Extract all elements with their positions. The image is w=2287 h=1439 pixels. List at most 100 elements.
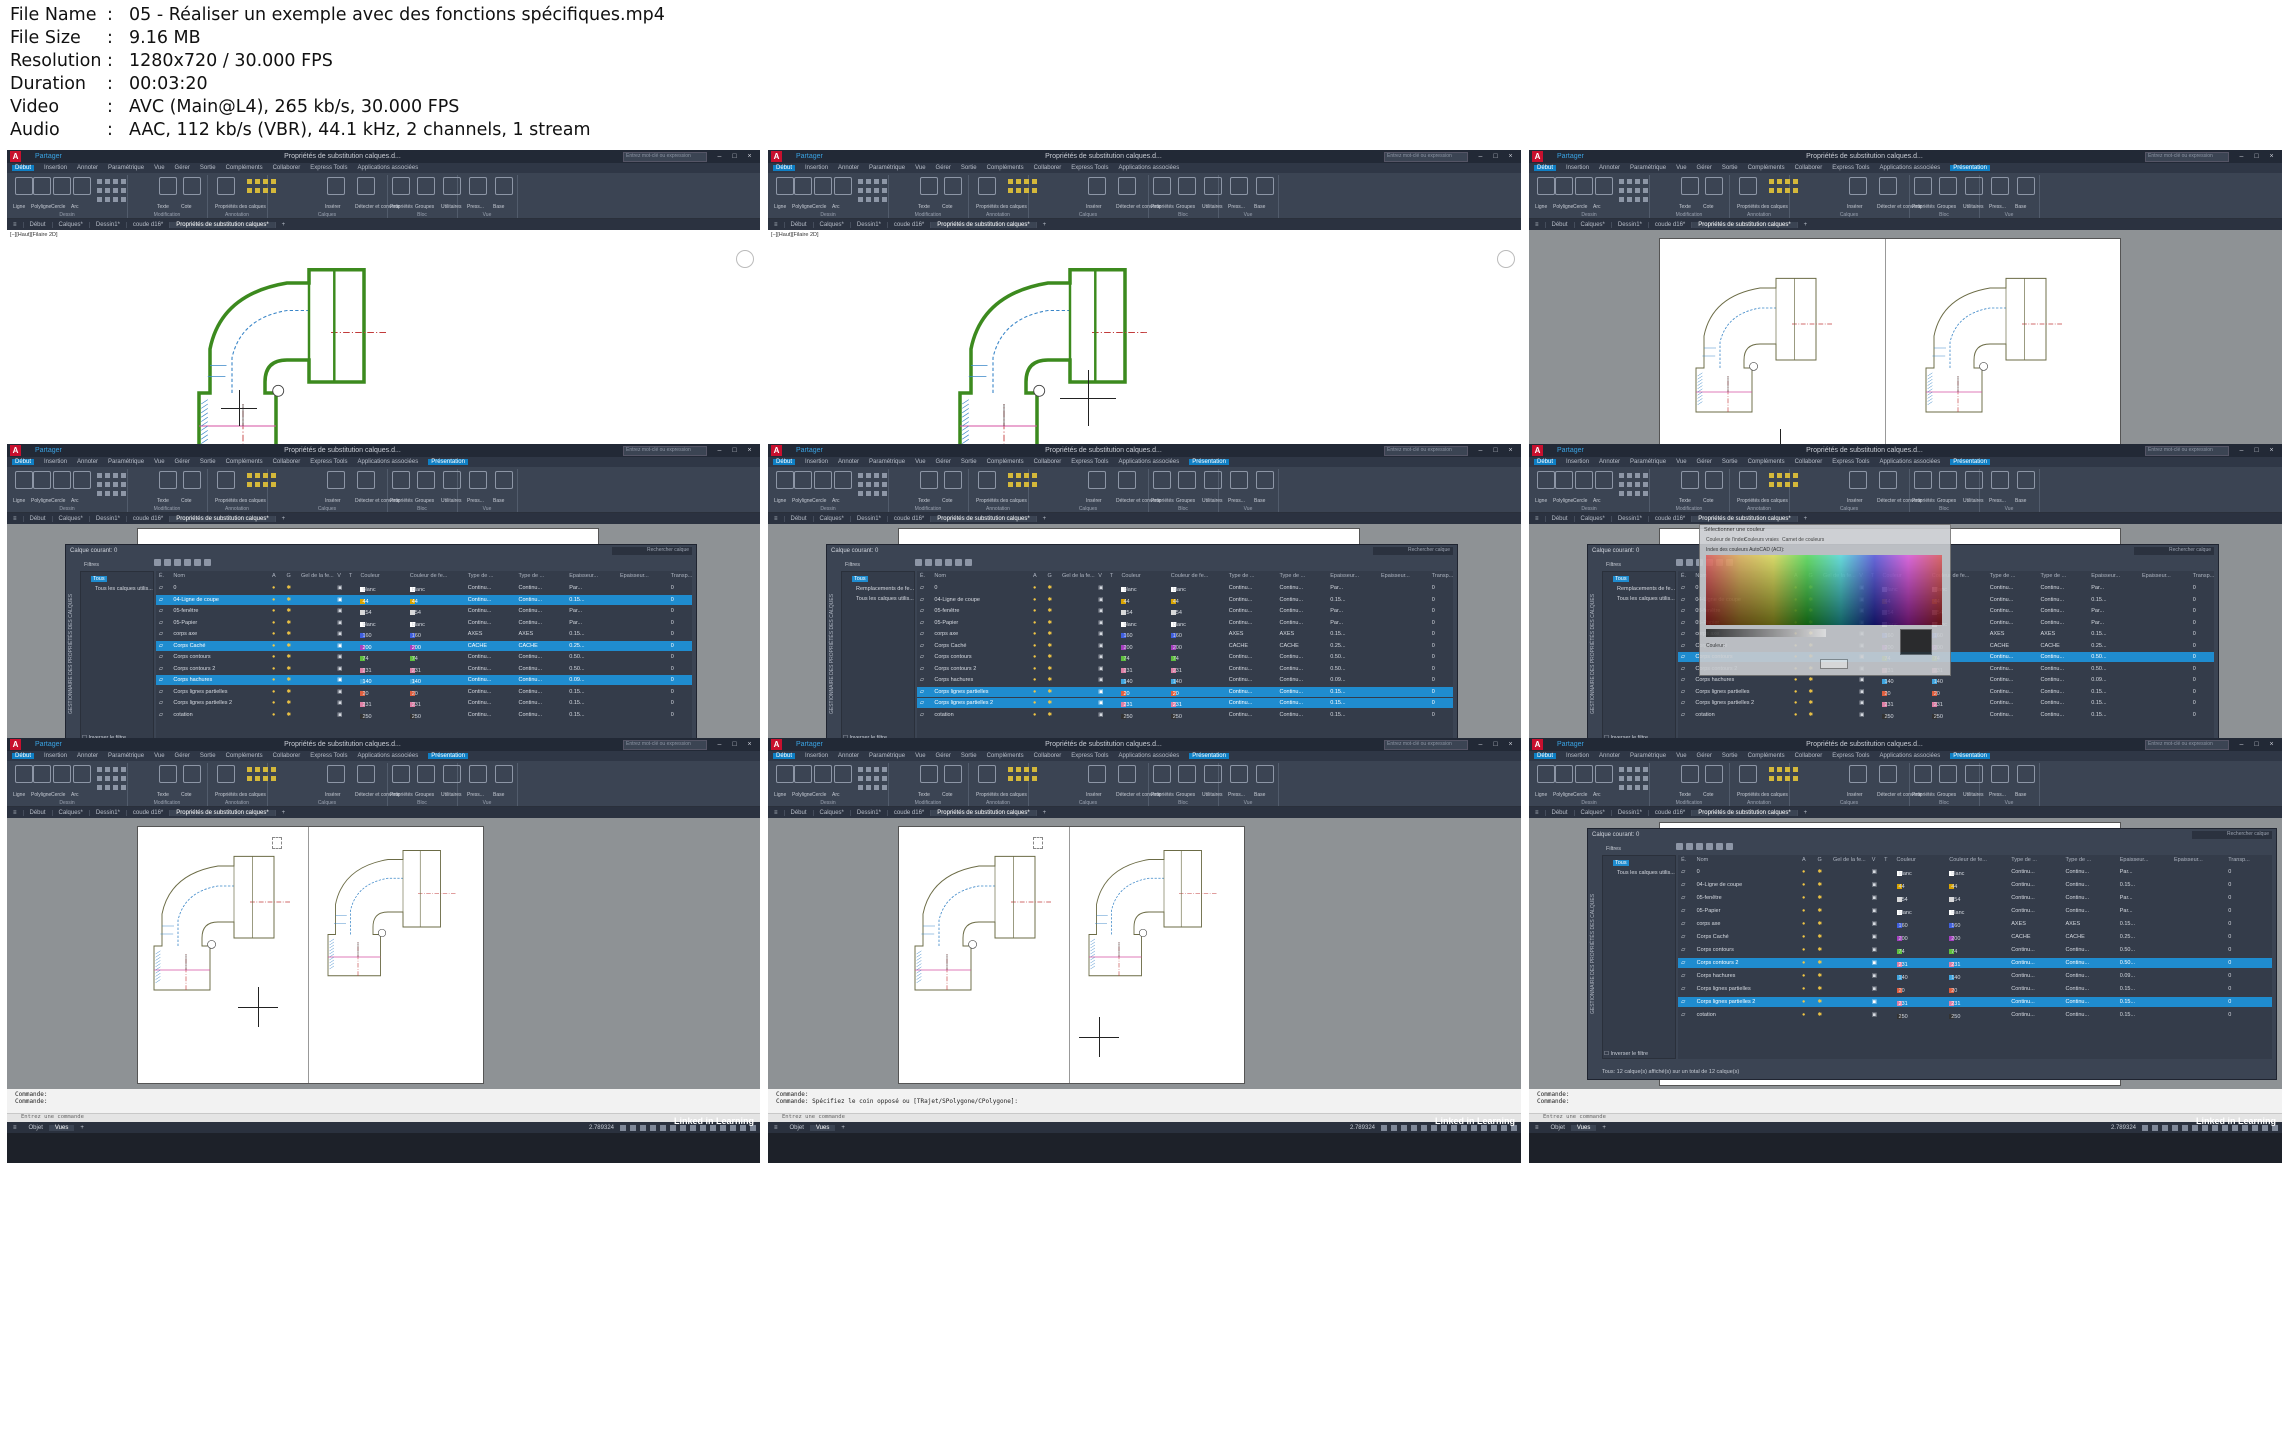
layer-tool-icon[interactable] [174,559,181,566]
ribbon-small-icon[interactable] [866,491,871,496]
ribbon-small-icon[interactable] [882,188,887,193]
ribbon-tool-label[interactable]: Cercle [1573,498,1587,504]
transparency[interactable]: 0 [1432,608,1435,614]
invert-filter-checkbox[interactable]: ☐ Inverser le filtre [1604,1051,1648,1057]
ribbon-tool-label[interactable]: Propriétés des calques [215,204,266,210]
ribbon-tool-icon[interactable] [417,765,435,783]
filter-used-layers[interactable]: Tous les calques utilis... [1617,596,1675,602]
autocad-logo-icon[interactable]: A [1532,151,1543,162]
layer-tool-icon[interactable] [1793,473,1798,478]
ribbon-tool-label[interactable]: Utilitaires [441,204,462,210]
freeze-icon[interactable]: ✱ [1048,643,1053,649]
ribbon-tool-label[interactable]: Press... [467,792,484,798]
ribbon-tool-label[interactable]: Propriétés des calques [976,204,1027,210]
layer-tool-icon[interactable] [271,482,276,487]
document-tab[interactable]: coude d16* [1649,809,1693,816]
layer-tool-icon[interactable] [1024,482,1029,487]
ribbon-small-icon[interactable] [1643,473,1648,478]
ribbon-small-icon[interactable] [1619,776,1624,781]
layer-tool-icon[interactable] [194,559,201,566]
layer-name[interactable]: 05-Papier [934,620,958,626]
command-input[interactable]: Entrez une commande [768,1113,1521,1122]
ribbon-tool-icon[interactable] [73,177,91,195]
ribbon-tool-icon[interactable] [33,765,51,783]
ribbon-small-icon[interactable] [1635,785,1640,790]
document-tab[interactable]: Propriétés de substitution calques* [170,221,276,228]
filter-root[interactable]: Tous [1613,576,1629,582]
layout-tab[interactable]: Objet [1545,1125,1571,1131]
close-icon[interactable]: × [2267,741,2276,748]
column-header[interactable]: G [1818,857,1822,863]
layer-row[interactable]: ▱ cotation ● ✱ ▣ 250 250 Continu... Continu... 0.… [1678,710,2214,720]
ribbon-tool-icon[interactable] [1849,471,1867,489]
transparency[interactable]: 0 [1432,597,1435,603]
layer-name[interactable]: 04-Ligne de coupe [173,597,219,603]
ribbon-tool-icon[interactable] [1575,765,1593,783]
lineweight[interactable]: 0.50... [2091,666,2106,672]
filter-used-layers[interactable]: Tous les calques utilis... [1617,870,1675,876]
layer-name[interactable]: Corps hachures [1695,677,1734,683]
transparency[interactable]: 0 [2193,585,2196,591]
lightbulb-icon[interactable]: ● [1033,597,1036,603]
lineweight[interactable]: 0.15... [569,689,584,695]
lock-icon[interactable]: ▣ [1859,677,1864,683]
ribbon-tool-icon[interactable] [1555,765,1573,783]
lineweight[interactable]: Par... [2091,620,2104,626]
ribbon-small-icon[interactable] [1619,482,1624,487]
ribbon-small-icon[interactable] [858,491,863,496]
layer-row[interactable]: ▱05-Papier●✱▣blancblancContinu...Continu… [156,618,692,628]
layer-row[interactable]: ▱04-Ligne de coupe●✱▣4444Continu...Conti… [156,594,692,605]
layer-color-name[interactable]: 254 [1123,610,1132,616]
close-icon[interactable]: × [2267,447,2276,454]
ribbon-tool-label[interactable]: Propriétés [390,792,413,798]
menu-icon[interactable]: ≡ [768,809,785,816]
layer-tool-icon[interactable] [255,473,260,478]
layer-tool-icon[interactable] [263,473,268,478]
layer-row[interactable]: ▱ Corps hachures ● ✱ ▣ 140 140 Continu... Contin… [917,675,1453,685]
ribbon-small-icon[interactable] [105,188,110,193]
ribbon-tool-icon[interactable] [1537,765,1555,783]
layer-tool-icon[interactable] [263,179,268,184]
lineweight[interactable]: 0.50... [569,654,584,660]
close-icon[interactable]: × [745,741,754,748]
ribbon-tool-label[interactable]: Propriétés des calques [976,498,1027,504]
ribbon-small-icon[interactable] [1635,188,1640,193]
ribbon-tool-icon[interactable] [1705,177,1723,195]
ribbon-tool-label[interactable]: Ligne [774,204,786,210]
layer-tool-icon[interactable] [1777,179,1782,184]
layer-row[interactable]: ▱Corps Caché●✱▣200200CACHECACHE0.25...0 [156,640,692,651]
share-button[interactable]: Partager [796,447,823,454]
transparency[interactable]: 0 [2228,882,2231,888]
ribbon-small-icon[interactable] [113,785,118,790]
layer-name[interactable]: Corps contours [1697,947,1734,953]
linetype[interactable]: Continu... [1229,654,1253,660]
layer-tool-icon[interactable] [1016,188,1021,193]
ribbon-tool-icon[interactable] [834,177,852,195]
ribbon-small-icon[interactable] [121,197,126,202]
override-linetype[interactable]: Continu... [2041,654,2065,660]
column-header[interactable]: G [287,573,291,579]
ribbon-tab[interactable]: Applications associées [1880,165,1941,171]
column-header[interactable]: Epaisseur... [2142,573,2171,579]
ribbon-tool-label[interactable]: Arc [1593,792,1601,798]
lock-icon[interactable]: ▣ [337,597,342,603]
ribbon-tab[interactable]: Annoter [838,459,859,465]
ribbon-tool-label[interactable]: Insérer [325,792,341,798]
layer-color-name[interactable]: 231 [1123,702,1132,708]
layer-tool-icon[interactable] [263,482,268,487]
layer-name[interactable]: Corps lignes partielles [1695,689,1749,695]
ribbon-tool-icon[interactable] [1204,765,1222,783]
minimize-icon[interactable]: – [2237,153,2246,160]
document-tab[interactable]: Début [1546,809,1575,816]
ribbon-small-icon[interactable] [858,767,863,772]
ribbon-small-icon[interactable] [105,767,110,772]
layer-name[interactable]: Corps lignes partielles [173,689,227,695]
autocad-logo-icon[interactable]: A [1532,739,1543,750]
status-toggle-icon[interactable] [1381,1124,1387,1131]
ribbon-tool-label[interactable]: Polyligne [31,204,51,210]
ribbon-tool-label[interactable]: Texte [918,204,930,210]
ribbon-tool-label[interactable]: Insérer [325,204,341,210]
override-linetype[interactable]: Continu... [1280,677,1304,683]
lock-icon[interactable]: ▣ [1872,1012,1877,1018]
minimize-icon[interactable]: – [1476,447,1485,454]
